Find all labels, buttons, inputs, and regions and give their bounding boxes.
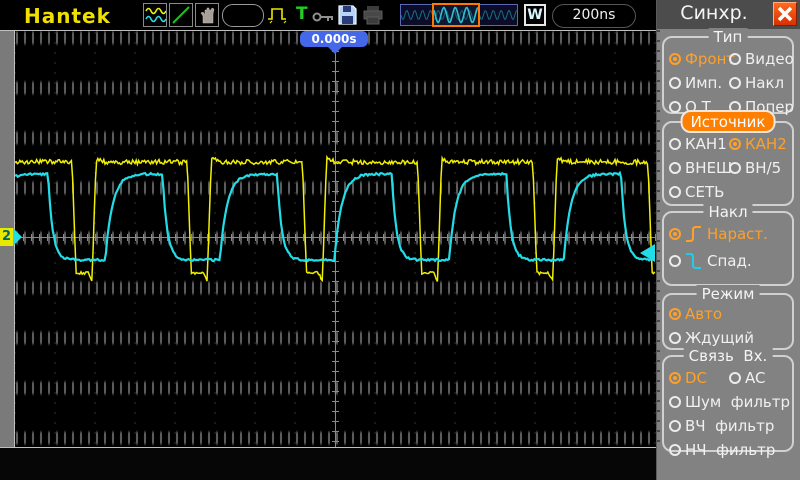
option-rising[interactable]: Нараст. [669,223,790,244]
radio-icon [729,138,741,150]
option-normal[interactable]: Ждущий [669,327,790,348]
waveform-svg [15,62,656,478]
option-pulse[interactable]: Имп. [669,72,729,93]
option-noise-filter[interactable]: Шум фильтр [669,391,790,412]
ramp-icon[interactable] [169,3,193,27]
ch2-ground-marker[interactable]: 2 [0,228,22,246]
section-slope: Накл Нараст. Спад. [662,211,794,286]
pulse-icon [266,6,292,29]
radio-icon [669,228,681,240]
radio-icon [729,162,741,174]
rising-edge-icon [685,224,703,244]
section-mode-legend: Режим [697,285,760,303]
trigger-indicator: T [296,4,308,24]
radio-icon [669,162,681,174]
trigger-menu-panel: Синхр. Тип Фронт Видео Имп. Накл О.Т. По… [656,0,800,480]
horizontal-window-preview[interactable] [400,4,518,26]
section-source-legend: Источник [681,110,776,133]
window-mode-button[interactable]: W [524,4,546,26]
panel-edge-ticks [657,30,660,448]
status-bar: DC 20 2.00V DC 20 2.00V CH2 640mV 14.932… [0,448,656,480]
section-slope-legend: Накл [703,203,752,221]
preview-window-frame[interactable] [432,3,480,27]
radio-icon [669,186,681,198]
radio-icon [669,396,681,408]
section-coupling: Связь Вх. DC AC Шум фильтр ВЧ фильтр НЧ … [662,355,794,452]
brand-logo: Hantek [24,4,111,28]
timebase-readout[interactable]: 200ns [552,4,636,28]
option-auto[interactable]: Авто [669,303,790,324]
oscilloscope-screen: Hantek T [0,0,800,480]
radio-icon [669,444,681,456]
radio-icon [729,53,741,65]
option-falling[interactable]: Спад. [669,250,790,271]
option-ch2[interactable]: КАН2 [729,133,790,154]
option-hf-filter[interactable]: ВЧ фильтр [669,415,790,436]
option-video[interactable]: Видео [729,48,794,69]
panel-header: Синхр. [657,0,800,29]
radio-icon [729,372,741,384]
panel-title: Синхр. [657,2,771,24]
option-ac[interactable]: AC [729,367,790,388]
radio-icon [729,77,741,89]
trigger-position-tag[interactable]: 0.000s [300,31,368,47]
message-area [222,4,264,27]
falling-edge-icon [685,251,703,271]
option-slope-type[interactable]: Накл [729,72,794,93]
radio-icon [669,255,681,267]
radio-icon [669,372,681,384]
radio-icon [669,101,681,113]
section-type: Тип Фронт Видео Имп. Накл О.Т. Попер [662,36,794,114]
key-icon [312,9,335,28]
save-icon[interactable] [337,4,358,30]
ch2-marker-arrow-icon [13,228,22,246]
radio-icon [669,138,681,150]
section-source: Источник КАН1 КАН2 ВНЕШ ВН/5 СЕТЬ [662,121,794,206]
radio-icon [669,332,681,344]
option-line[interactable]: СЕТЬ [669,181,729,202]
trigger-position-pointer [328,47,342,54]
section-type-legend: Тип [709,28,748,46]
radio-icon [669,53,681,65]
ch2-marker-label: 2 [0,228,13,246]
waveform-display-icon[interactable] [143,3,167,27]
section-mode: Режим Авто Ждущий [662,293,794,350]
radio-icon [669,308,681,320]
radio-icon [669,420,681,432]
option-edge[interactable]: Фронт [669,48,729,69]
radio-icon [669,77,681,89]
print-icon [362,4,384,30]
option-lf-filter[interactable]: НЧ фильтр [669,439,790,460]
option-ch1[interactable]: КАН1 [669,133,729,154]
toolbar: Hantek T [0,0,656,30]
option-ext5[interactable]: ВН/5 [729,157,790,178]
option-dc[interactable]: DC [669,367,729,388]
hand-icon[interactable] [195,3,219,27]
close-icon[interactable] [773,2,797,26]
option-ext[interactable]: ВНЕШ [669,157,729,178]
graticule-area [0,30,656,448]
ch2-trace [15,173,655,261]
section-coupling-legend: Связь Вх. [684,347,773,365]
